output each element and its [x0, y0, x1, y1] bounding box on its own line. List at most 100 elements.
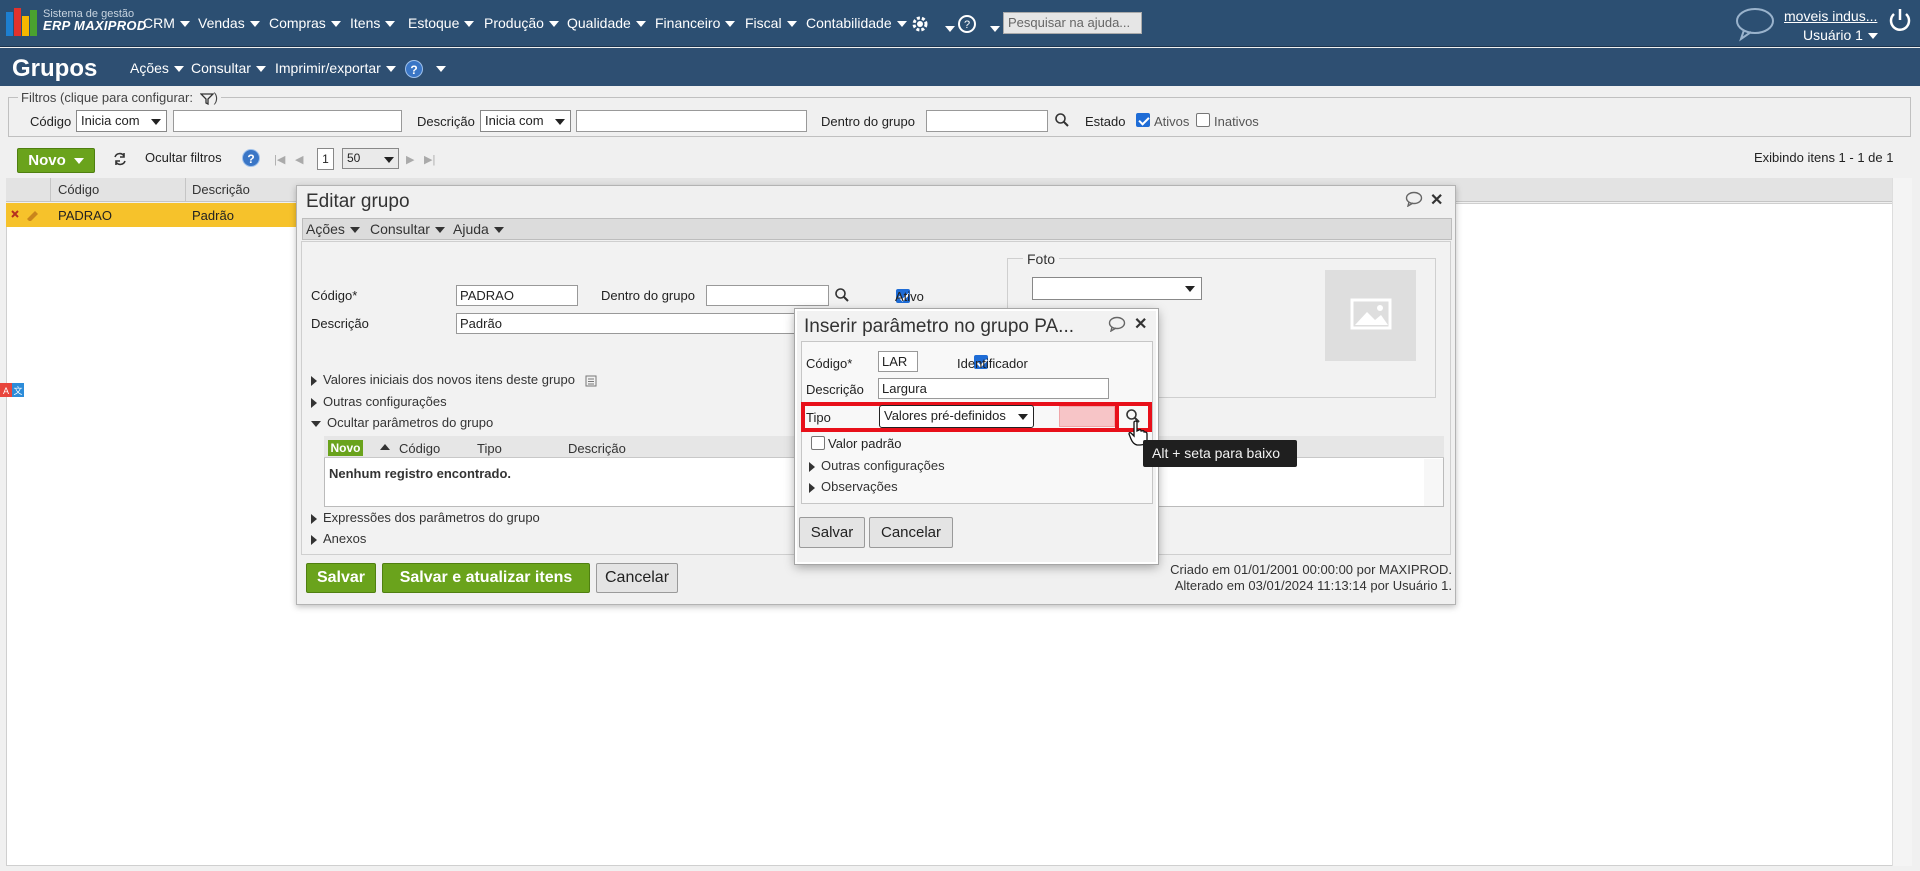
grid-scrollbar[interactable] [1892, 178, 1912, 866]
next-page-icon[interactable]: ▶ [406, 153, 414, 166]
nav-menu-compras[interactable]: Compras [269, 15, 341, 31]
power-icon[interactable] [1886, 6, 1914, 37]
foto-select[interactable] [1032, 277, 1202, 300]
gear-icon[interactable] [910, 14, 930, 37]
salvar-button[interactable]: Salvar [306, 563, 376, 593]
filter-codigo-mode-select[interactable]: Inicia com [76, 110, 167, 132]
nav-menu-fiscal[interactable]: Fiscal [745, 15, 797, 31]
ocultar-filtros-button[interactable]: Ocultar filtros [145, 150, 222, 165]
nav-menu-producao[interactable]: Produção [484, 15, 559, 31]
table-row[interactable] [6, 203, 296, 227]
param-codigo-input[interactable]: LAR [878, 351, 918, 372]
first-page-icon[interactable]: |◀ [274, 153, 285, 166]
section-label: Ocultar parâmetros do grupo [327, 415, 494, 430]
descricao-input[interactable]: Padrão [456, 313, 796, 334]
row-actions-icon[interactable] [11, 209, 41, 224]
acoes-menu[interactable]: Ações [130, 60, 184, 76]
prev-page-icon[interactable]: ◀ [295, 153, 303, 166]
filter-codigo-input[interactable] [173, 110, 402, 132]
filter-dentro-input[interactable] [926, 110, 1048, 132]
filter-descricao-input[interactable] [576, 110, 807, 132]
param-cancelar-button[interactable]: Cancelar [869, 517, 953, 548]
dialog-ajuda-menu[interactable]: Ajuda [453, 221, 504, 237]
param-salvar-button[interactable]: Salvar [799, 517, 865, 548]
anexos-section[interactable]: Anexos [311, 531, 366, 546]
nav-menu-contabilidade[interactable]: Contabilidade [806, 15, 907, 31]
consultar-menu[interactable]: Consultar [191, 60, 266, 76]
nav-menu-crm[interactable]: CRM [143, 15, 190, 31]
nav-menu-itens[interactable]: Itens [350, 15, 396, 31]
filters-legend[interactable]: Filtros (clique para configurar: ) [18, 90, 221, 105]
search-icon[interactable] [1054, 112, 1070, 131]
param-observacoes-section[interactable]: Observações [809, 479, 898, 494]
tipo-select[interactable]: Valores pré-definidos [879, 405, 1034, 428]
ativos-checkbox[interactable] [1136, 113, 1150, 127]
row-descricao: Padrão [192, 208, 234, 223]
page-number-input[interactable]: 1 [317, 148, 334, 170]
section-label: Outras configurações [323, 394, 447, 409]
param-col-tipo[interactable]: Tipo [477, 441, 502, 456]
page-help-chevron-down-icon[interactable] [431, 60, 446, 76]
photo-placeholder-icon[interactable] [1325, 270, 1416, 361]
valor-padrao-checkbox[interactable] [811, 436, 825, 450]
dentro-do-grupo-input[interactable] [706, 285, 829, 306]
dialog-consultar-menu[interactable]: Consultar [370, 221, 445, 237]
outras-configuracoes-section[interactable]: Outras configurações [311, 394, 447, 409]
nav-menu-qualidade[interactable]: Qualidade [567, 15, 646, 31]
codigo-input[interactable]: PADRAO [456, 285, 578, 306]
salvar-atualizar-itens-button[interactable]: Salvar e atualizar itens [382, 563, 590, 593]
translate-extension-icon[interactable]: A文 [0, 383, 24, 397]
sort-up-icon[interactable] [380, 444, 390, 450]
nav-menu-estoque[interactable]: Estoque [408, 15, 475, 31]
page-help-icon[interactable]: ? [405, 60, 423, 78]
last-page-icon[interactable]: ▶| [424, 153, 435, 166]
filter-codigo-label: Código [30, 114, 72, 129]
cancelar-button[interactable]: Cancelar [596, 563, 678, 593]
valores-iniciais-section[interactable]: Valores iniciais dos novos itens deste g… [311, 372, 597, 387]
imprimir-exportar-menu[interactable]: Imprimir/exportar [275, 60, 396, 76]
grid-column-codigo[interactable]: Código [58, 182, 99, 197]
filter-descricao-label: Descrição [417, 114, 475, 129]
param-novo-button[interactable]: Novo [328, 440, 363, 456]
tipo-values-input[interactable] [1059, 406, 1115, 427]
nav-menu-vendas[interactable]: Vendas [198, 15, 260, 31]
grid-column-descricao[interactable]: Descrição [192, 182, 250, 197]
param-descricao-input[interactable]: Largura [878, 378, 1109, 399]
company-link[interactable]: moveis indus... [1784, 8, 1877, 24]
settings-chevron-down-icon[interactable] [940, 20, 955, 35]
inativos-label: Inativos [1214, 114, 1259, 129]
param-outras-configuracoes-section[interactable]: Outras configurações [809, 458, 945, 473]
user-menu[interactable]: Usuário 1 [1803, 27, 1878, 43]
dialog-chat-icon[interactable] [1405, 191, 1423, 210]
dialog-acoes-menu[interactable]: Ações [306, 221, 360, 237]
dentro-search-icon[interactable] [834, 287, 850, 306]
expressoes-section[interactable]: Expressões dos parâmetros do grupo [311, 510, 540, 525]
ocultar-parametros-section[interactable]: Ocultar parâmetros do grupo [311, 415, 493, 430]
toolbar-help-icon[interactable]: ? [242, 149, 260, 167]
param-dialog-close-icon[interactable]: ✕ [1134, 314, 1147, 334]
param-col-codigo[interactable]: Código [399, 441, 440, 456]
filter-descricao-mode-select[interactable]: Inicia com [480, 110, 571, 132]
select-value: Valores pré-definidos [884, 408, 1006, 423]
param-grid-scrollbar[interactable] [1424, 459, 1443, 506]
help-search-input[interactable]: Pesquisar na ajuda... [1003, 12, 1142, 34]
logo-text: Sistema de gestão ERP MAXIPROD [43, 8, 147, 32]
page-size-select[interactable]: 50 [342, 148, 399, 169]
param-tipo-label: Tipo [806, 410, 831, 425]
descricao-label: Descrição [311, 316, 369, 331]
chat-bubble-icon[interactable] [1734, 6, 1776, 45]
param-dialog-chat-icon[interactable] [1108, 316, 1126, 335]
help-chevron-down-icon[interactable] [985, 20, 1000, 35]
help-icon[interactable]: ? [957, 14, 977, 37]
close-icon[interactable]: ✕ [1430, 190, 1443, 210]
param-col-descricao[interactable]: Descrição [568, 441, 626, 456]
foto-legend: Foto [1023, 251, 1060, 267]
novo-button[interactable]: Novo [17, 148, 95, 173]
maxiprod-logo-icon[interactable] [6, 8, 38, 38]
chevron-down-icon [385, 21, 396, 28]
refresh-icon[interactable] [112, 151, 128, 170]
nav-menu-financeiro[interactable]: Financeiro [655, 15, 736, 31]
logo-line2: ERP MAXIPROD [43, 18, 147, 33]
inativos-checkbox[interactable] [1196, 113, 1210, 127]
nav-label: Qualidade [567, 15, 631, 31]
